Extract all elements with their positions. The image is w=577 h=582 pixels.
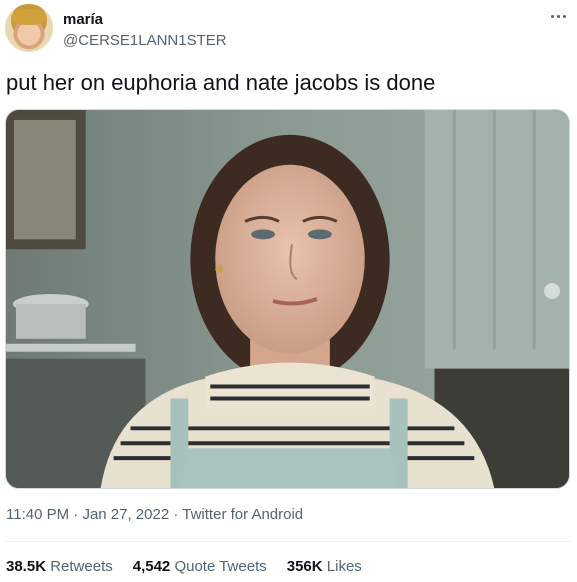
photo-of-woman <box>6 110 569 488</box>
more-icon[interactable] <box>545 6 571 26</box>
user-handle[interactable]: @CERSE1LANN1STER <box>63 32 227 49</box>
tweet-source[interactable]: Twitter for Android <box>182 506 303 523</box>
tweet-media-image[interactable] <box>5 109 570 489</box>
likes-label: Likes <box>326 558 362 575</box>
avatar-hat <box>11 9 47 25</box>
retweets-stat[interactable]: 38.5K Retweets <box>6 558 113 575</box>
quote-tweets-stat[interactable]: 4,542 Quote Tweets <box>133 558 267 575</box>
tweet-date[interactable]: Jan 27, 2022 <box>82 506 169 523</box>
tweet-text: put her on euphoria and nate jacobs is d… <box>6 70 436 95</box>
avatar[interactable] <box>5 4 53 52</box>
tweet-stats: 38.5K Retweets 4,542 Quote Tweets 356K L… <box>6 558 362 575</box>
display-name[interactable]: maría <box>63 11 103 28</box>
retweets-count: 38.5K <box>6 558 47 575</box>
meta-separator: · <box>73 506 79 523</box>
tweet-meta: 11:40 PM · Jan 27, 2022 · Twitter for An… <box>6 506 303 523</box>
quote-tweets-count: 4,542 <box>132 558 171 575</box>
likes-count: 356K <box>286 558 323 575</box>
tweet-header: maría @CERSE1LANN1STER <box>5 4 571 54</box>
divider <box>5 541 571 542</box>
quote-tweets-label: Quote Tweets <box>174 558 267 575</box>
retweets-label: Retweets <box>50 558 113 575</box>
tweet-time[interactable]: 11:40 PM <box>6 506 69 523</box>
likes-stat[interactable]: 356K Likes <box>287 558 362 575</box>
meta-separator: · <box>173 506 179 523</box>
